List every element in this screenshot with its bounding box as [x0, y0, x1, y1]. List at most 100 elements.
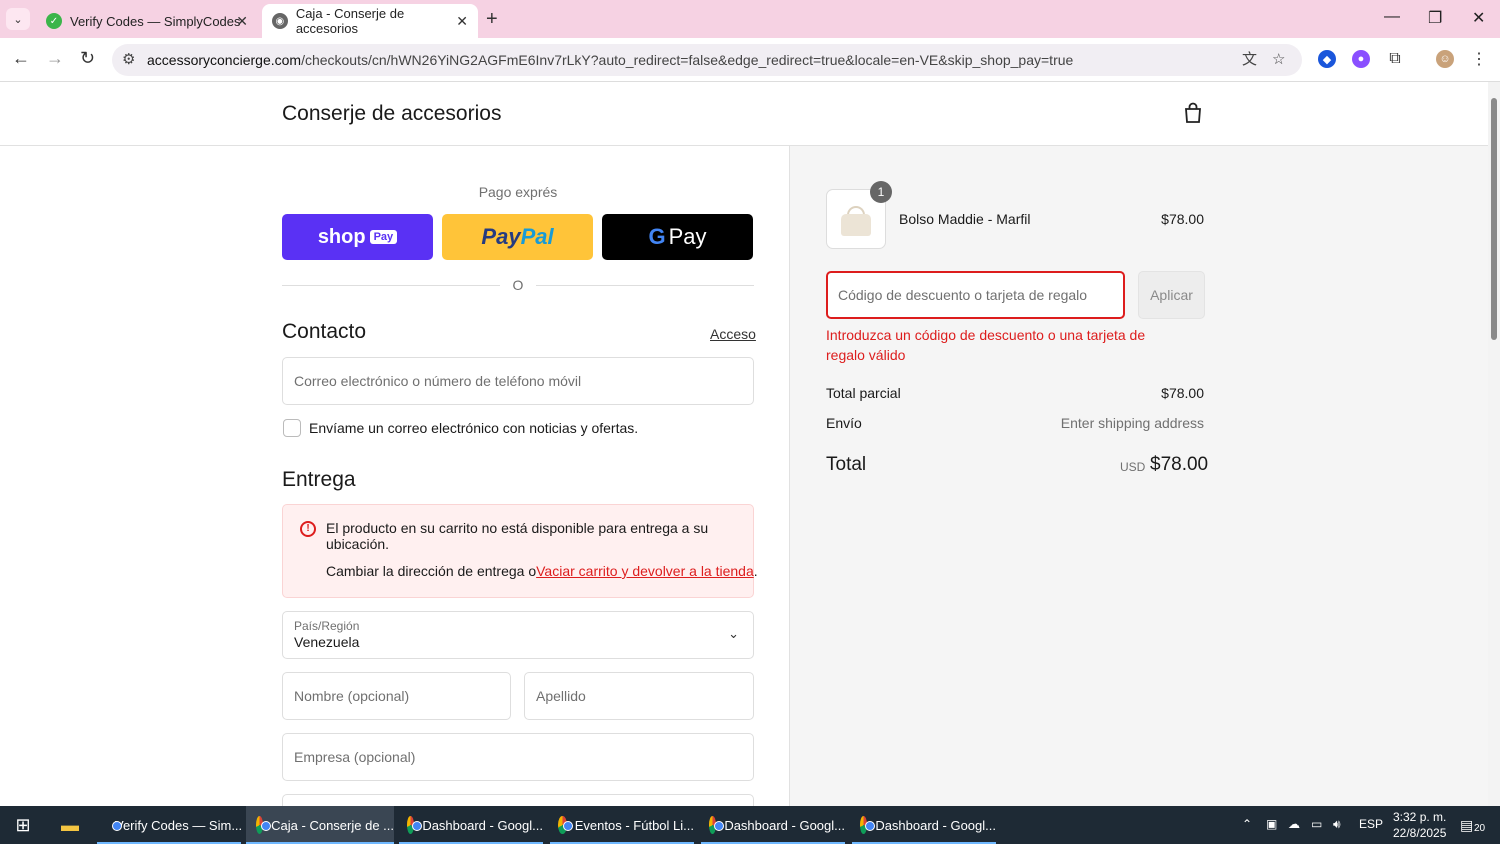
or-separator: O [500, 277, 536, 293]
alert-period: . [753, 563, 758, 579]
alert-actions: Cambiar la dirección de entrega oVaciar … [326, 563, 758, 579]
globe-icon: ◉ [272, 13, 288, 29]
total-value: $78.00 [1150, 454, 1209, 475]
quantity-badge: 1 [870, 181, 892, 203]
page-scrollbar[interactable] [1488, 82, 1500, 806]
url-path: /checkouts/cn/hWN26YiNG2AGFmE6Inv7rLkY?a… [301, 52, 1074, 68]
os-taskbar: ⊞ ▬ Verify Codes — Sim... Caja - Conserj… [0, 806, 1500, 844]
back-icon[interactable]: ← [12, 48, 30, 69]
language-indicator[interactable]: ESP [1359, 817, 1383, 831]
network-icon[interactable]: ▭ [1311, 817, 1322, 831]
newsletter-checkbox[interactable] [283, 419, 301, 437]
browser-toolbar: ← → ↻ ⚙ accessoryconcierge.com/checkouts… [0, 38, 1500, 82]
taskbar-item[interactable]: Dashboard - Googl... [701, 806, 845, 844]
total-label: Total [826, 454, 867, 475]
newsletter-label[interactable]: Envíame un correo electrónico con notici… [309, 420, 638, 436]
profile-avatar[interactable]: ☺ [1436, 50, 1454, 68]
contact-title: Contacto [282, 320, 367, 343]
onedrive-cloud-icon[interactable]: ☁ [1288, 817, 1300, 831]
scroll-thumb[interactable] [1491, 98, 1497, 340]
taskbar-item-label: Dashboard - Googl... [724, 817, 845, 833]
shield-extension-icon[interactable]: ◆ [1318, 50, 1336, 68]
subtotal-value: $78.00 [1161, 385, 1204, 401]
email-field[interactable]: Correo electrónico o número de teléfono … [282, 357, 754, 405]
chevron-down-icon: ⌄ [728, 626, 739, 641]
delivery-error-alert: ! El producto en su carrito no está disp… [282, 504, 758, 598]
company-field[interactable]: Empresa (opcional) [282, 733, 754, 781]
translate-icon[interactable]: 文 [1242, 44, 1257, 76]
site-info-icon[interactable]: ⚙ [122, 44, 135, 76]
chrome-icon [860, 816, 876, 834]
tab-title: Caja - Conserje de accesorios [295, 6, 405, 36]
simplycodes-icon: ✓ [46, 13, 62, 29]
discount-input[interactable]: Código de descuento o tarjeta de regalo [826, 271, 1125, 319]
volume-icon[interactable]: 🔊︎ [1333, 817, 1341, 832]
express-checkout-title: Pago exprés [478, 184, 558, 200]
address-bar[interactable]: ⚙ accessoryconcierge.com/checkouts/cn/hW… [112, 44, 1302, 76]
address-field[interactable] [282, 794, 754, 806]
taskbar-item[interactable]: Verify Codes — Sim... [97, 806, 242, 844]
new-tab-icon[interactable]: + [486, 8, 498, 31]
minimize-icon[interactable]: — [1384, 8, 1400, 26]
clock-time[interactable]: 3:32 p. m. [1393, 810, 1446, 824]
restore-icon[interactable]: ❐ [1428, 8, 1442, 28]
url-host: accessoryconcierge.com [147, 52, 302, 68]
store-name[interactable]: Conserje de accesorios [282, 102, 501, 126]
shop-pay-logo: shop [317, 225, 366, 248]
notification-count: 20 [1474, 823, 1486, 834]
taskbar-item[interactable]: Dashboard - Googl... [399, 806, 543, 844]
subtotal-label: Total parcial [826, 385, 901, 401]
error-circle-icon: ! [300, 521, 316, 537]
alert-message: El producto en su carrito no está dispon… [326, 520, 709, 552]
taskbar-item[interactable]: Dashboard - Googl... [852, 806, 996, 844]
country-select[interactable]: País/Región Venezuela ⌄ [282, 611, 754, 659]
apply-button[interactable]: Aplicar [1138, 271, 1205, 319]
reload-icon[interactable]: ↻ [80, 48, 95, 69]
tab-verify-codes[interactable]: ✓ Verify Codes — SimplyCodes ✕ [36, 4, 258, 38]
chrome-icon [709, 816, 725, 834]
chrome-icon [256, 816, 272, 834]
tab-checkout[interactable]: ◉ Caja - Conserje de accesorios ✕ [262, 4, 478, 38]
shop-pay-button[interactable]: shop Pay [282, 214, 433, 260]
close-tab-icon[interactable]: ✕ [236, 13, 248, 30]
file-explorer-icon[interactable]: ▬ [50, 806, 90, 844]
taskbar-item-label: Caja - Conserje de ... [271, 817, 394, 833]
shipping-label: Envío [826, 415, 862, 431]
taskbar-item[interactable]: Caja - Conserje de ... [246, 806, 394, 844]
checkout-header: Conserje de accesorios [0, 82, 1488, 146]
bookmark-star-icon[interactable]: ☆ [1272, 44, 1285, 76]
forward-icon[interactable]: → [46, 48, 64, 69]
taskbar-item-label: Eventos - Fútbol Li... [574, 817, 694, 833]
chrome-icon [558, 816, 573, 834]
cart-bag-icon[interactable] [1183, 102, 1203, 124]
puzzle-icon[interactable]: ⧉ [1386, 50, 1404, 68]
shipping-value: Enter shipping address [1060, 415, 1204, 431]
close-window-icon[interactable]: ✕ [1472, 8, 1485, 28]
taskbar-item[interactable]: Eventos - Fútbol Li... [550, 806, 694, 844]
last-name-field[interactable]: Apellido [524, 672, 754, 720]
paypal-button[interactable]: Pay Pal [442, 214, 593, 260]
clock-date[interactable]: 22/8/2025 [1393, 826, 1446, 840]
browser-tab-strip: ⌄ ✓ Verify Codes — SimplyCodes ✕ ◉ Caja … [0, 0, 1500, 38]
first-name-field[interactable]: Nombre (opcional) [282, 672, 511, 720]
tab-search-button[interactable]: ⌄ [6, 8, 30, 30]
bag-image [841, 214, 871, 236]
google-pay-label: Pay [668, 224, 707, 249]
empty-cart-link[interactable]: Vaciar carrito y devolver a la tienda [536, 563, 754, 579]
google-pay-button[interactable]: G Pay [602, 214, 753, 260]
notification-icon[interactable]: ▤ [1460, 817, 1473, 834]
chevron-up-icon[interactable]: ⌃ [1242, 817, 1252, 831]
alert-change-text: Cambiar la dirección de entrega o [326, 563, 537, 579]
country-value: Venezuela [294, 634, 360, 650]
windows-start-icon[interactable]: ⊞ [0, 806, 46, 844]
extension-icon[interactable]: ● [1352, 50, 1370, 68]
google-g-icon: G [648, 224, 666, 249]
checkout-page: Conserje de accesorios Pago exprés shop … [0, 82, 1488, 806]
paypal-logo-b: Pal [520, 224, 554, 249]
tab-title: Verify Codes — SimplyCodes [70, 13, 241, 29]
login-link[interactable]: Acceso [710, 326, 756, 342]
taskbar-item-label: Dashboard - Googl... [875, 817, 996, 833]
menu-icon[interactable]: ⋮ [1470, 50, 1488, 68]
close-tab-icon[interactable]: ✕ [456, 13, 468, 30]
meet-now-icon[interactable]: ▣ [1266, 817, 1277, 831]
